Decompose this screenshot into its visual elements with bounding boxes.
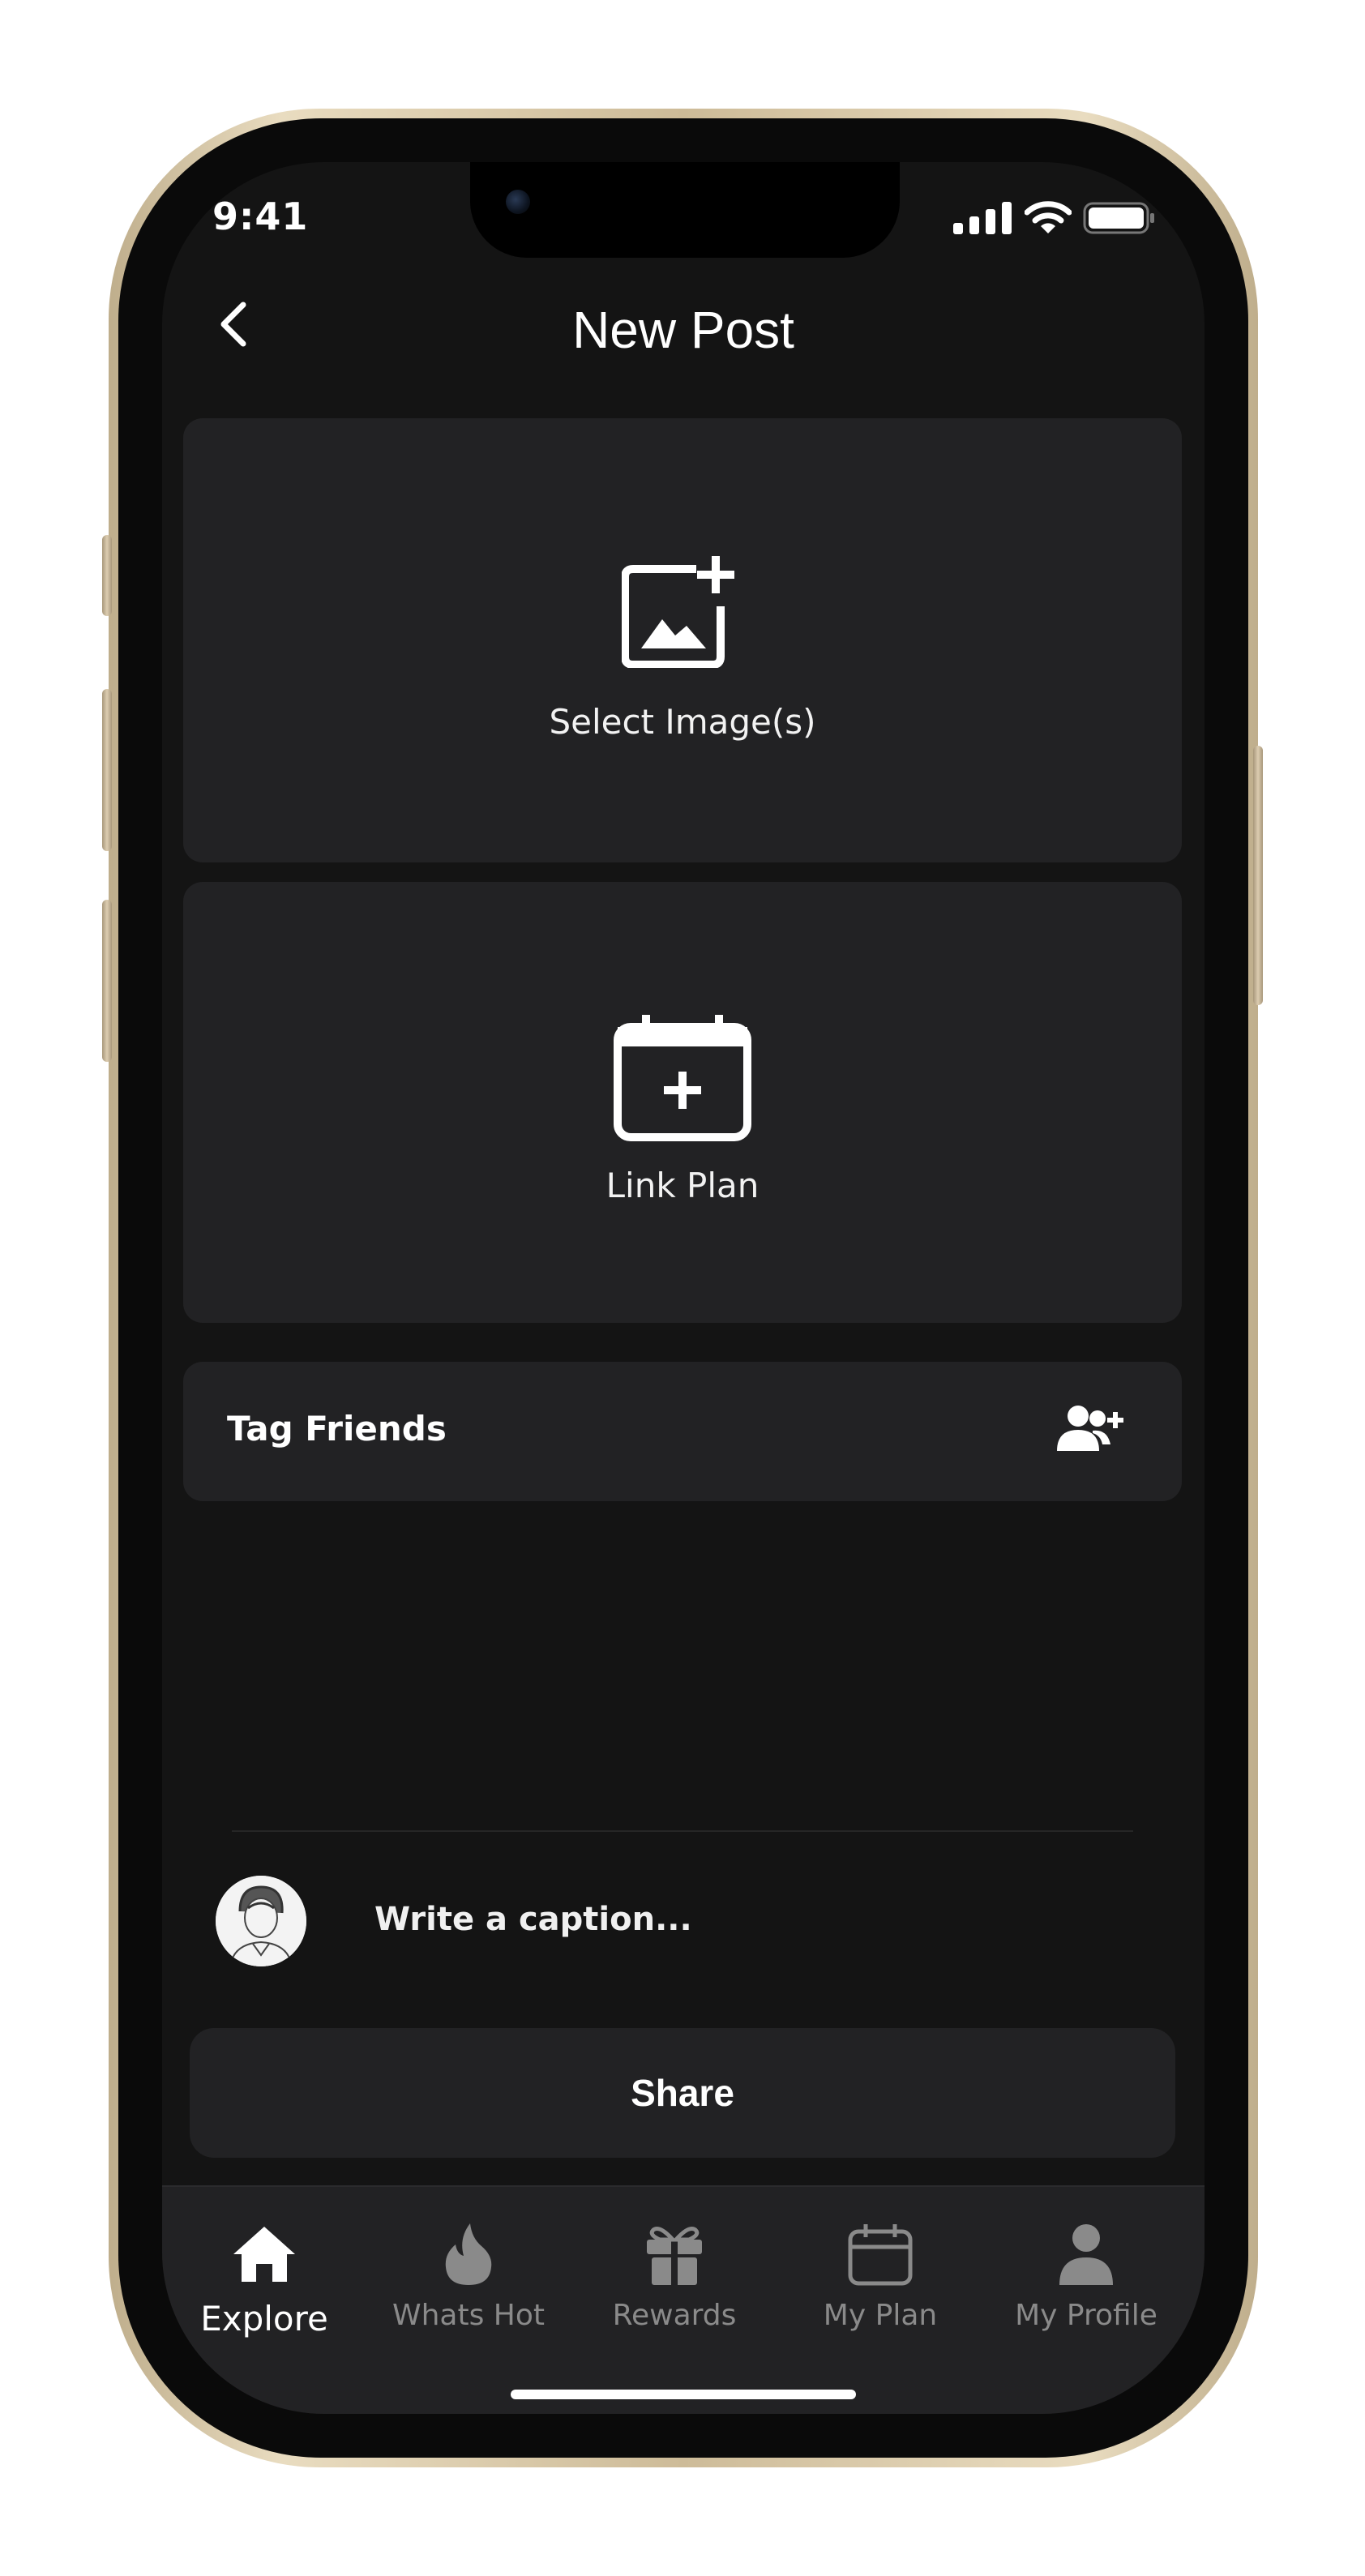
tag-friends-row[interactable]: Tag Friends: [183, 1362, 1182, 1501]
tab-whats-hot[interactable]: Whats Hot: [371, 2219, 566, 2332]
page-title: New Post: [572, 301, 794, 359]
tab-rewards-label: Rewards: [612, 2299, 737, 2332]
front-camera: [506, 190, 530, 214]
avatar-sketch-icon: [216, 1876, 306, 1966]
battery-icon: [1083, 202, 1154, 234]
calendar-icon: [848, 2224, 913, 2286]
tag-friends-label: Tag Friends: [227, 1409, 447, 1448]
tab-my-plan[interactable]: My Plan: [783, 2219, 978, 2332]
person-icon: [1059, 2224, 1113, 2285]
tab-explore-label: Explore: [200, 2299, 328, 2339]
tab-explore[interactable]: Explore: [167, 2219, 362, 2339]
caption-input[interactable]: Write a caption...: [374, 1901, 692, 1938]
volume-up-button: [102, 689, 112, 851]
notch: [470, 162, 900, 258]
user-add-icon[interactable]: [1055, 1404, 1123, 1453]
signal-icon: [953, 202, 1012, 234]
tab-my-plan-label: My Plan: [823, 2299, 938, 2332]
home-icon: [233, 2227, 295, 2282]
add-image-icon: [622, 556, 734, 668]
tab-rewards[interactable]: Rewards: [577, 2219, 772, 2332]
volume-down-button: [102, 900, 112, 1062]
bottom-tab-bar: Explore Whats Hot Rewards My Plan My Pro…: [162, 2185, 1205, 2414]
select-images-label: Select Image(s): [549, 702, 816, 742]
tab-my-profile[interactable]: My Profile: [989, 2219, 1183, 2332]
flame-icon: [445, 2223, 492, 2285]
caption-divider: [232, 1830, 1133, 1832]
nav-header: New Post: [162, 267, 1205, 373]
share-button[interactable]: Share: [190, 2028, 1175, 2158]
mute-switch: [102, 535, 112, 616]
status-time: 9:41: [212, 195, 309, 238]
tab-whats-hot-label: Whats Hot: [392, 2299, 545, 2332]
avatar: [216, 1876, 306, 1966]
link-plan-card[interactable]: Link Plan: [183, 882, 1182, 1323]
select-images-card[interactable]: Select Image(s): [183, 418, 1182, 862]
calendar-plus-icon: [614, 1015, 751, 1141]
power-button: [1253, 746, 1263, 1005]
wifi-icon: [1025, 201, 1072, 233]
app-screen: 9:41 New Post Select Image(s) Link Plan …: [162, 162, 1205, 2414]
link-plan-label: Link Plan: [605, 1166, 760, 1205]
tab-my-profile-label: My Profile: [1015, 2299, 1157, 2332]
gift-icon: [647, 2227, 702, 2285]
status-icons: [953, 201, 1156, 235]
home-indicator[interactable]: [511, 2390, 856, 2399]
